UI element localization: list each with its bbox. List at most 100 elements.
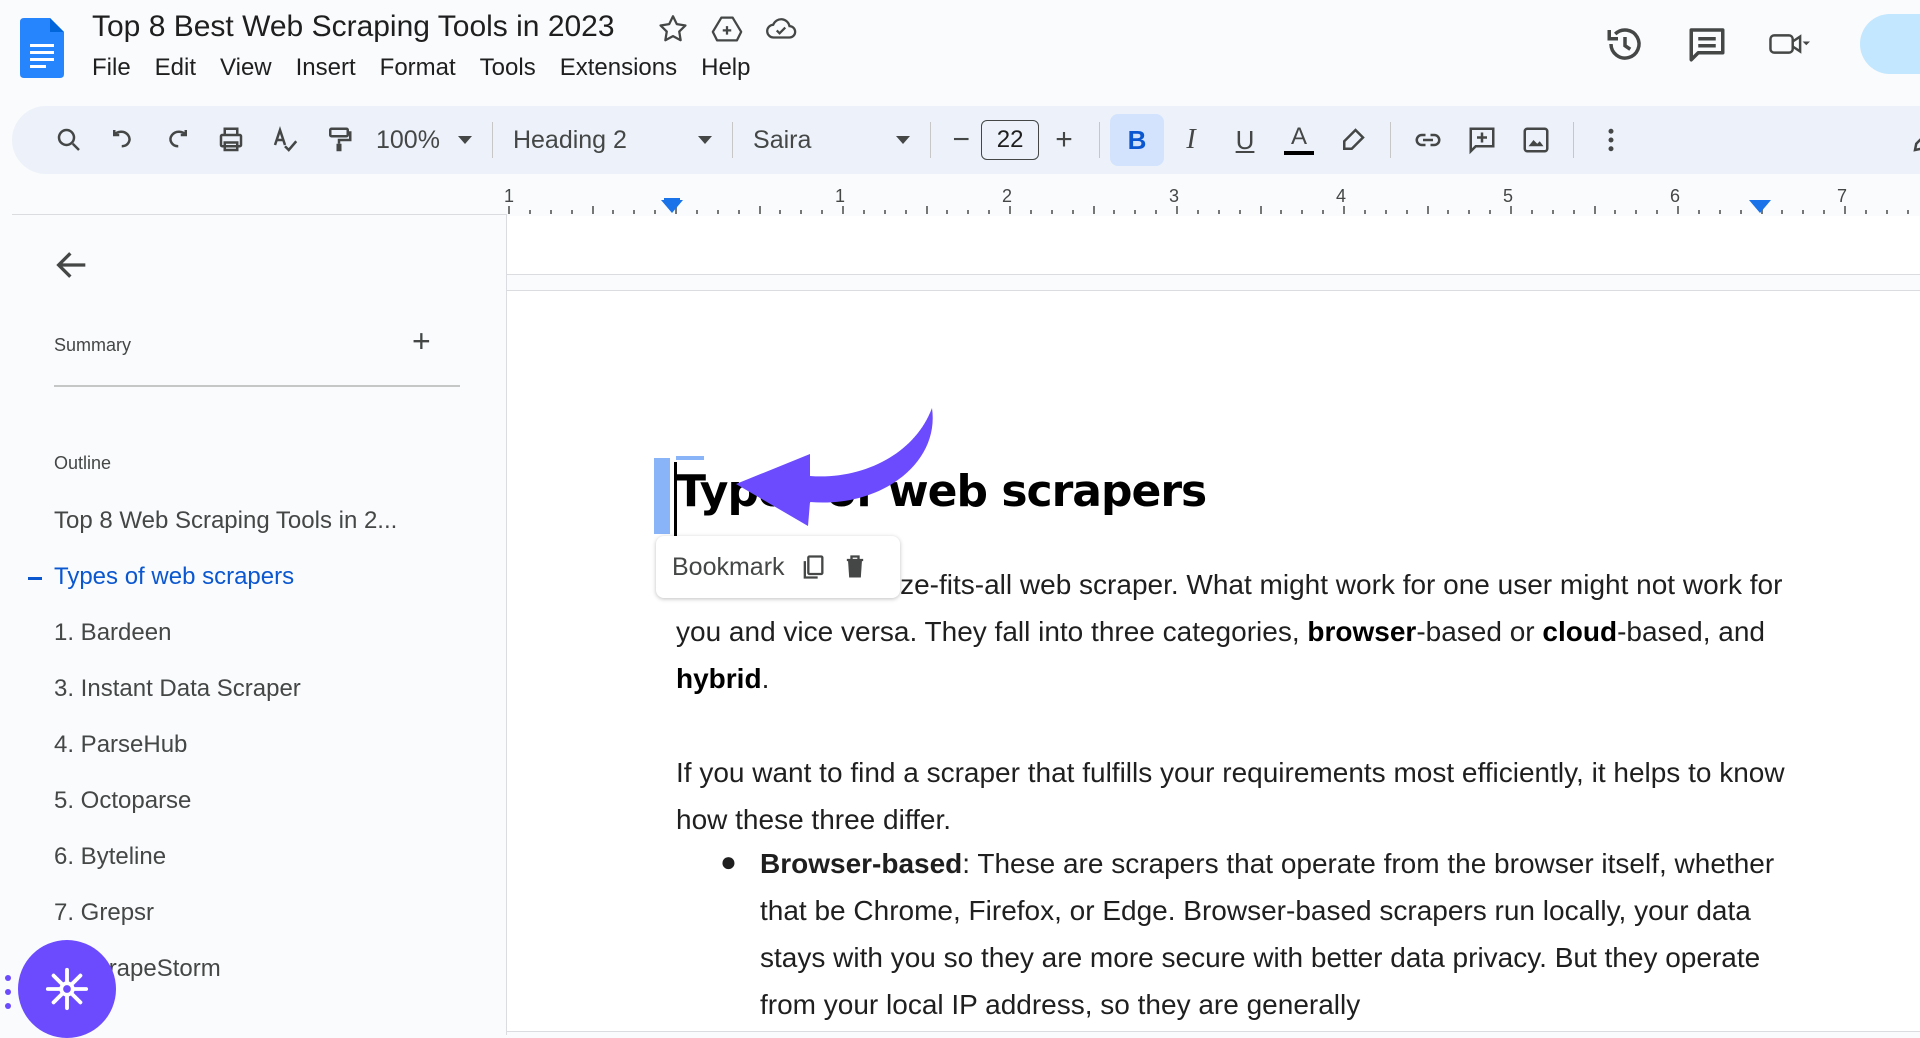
outline-item[interactable]: 3. Instant Data Scraper — [54, 675, 397, 731]
horizontal-ruler[interactable]: 1 1 2 3 4 5 6 7 — [504, 186, 1920, 216]
style-select[interactable]: Heading 2 — [503, 126, 722, 155]
ruler-tick — [800, 210, 803, 214]
ruler-tick — [1009, 206, 1011, 214]
share-button[interactable] — [1860, 14, 1920, 74]
pencil-icon — [1913, 138, 1920, 152]
ruler-tick — [1113, 210, 1116, 214]
bullet-item[interactable]: Browser-based: These are scrapers that o… — [760, 840, 1780, 1028]
add-comment-button[interactable] — [1455, 114, 1509, 166]
ruler-tick — [695, 210, 698, 214]
paint-format-button[interactable] — [312, 114, 366, 166]
ruler-tick — [1530, 210, 1533, 214]
ruler-tick — [1301, 210, 1304, 214]
first-line-indent-marker[interactable] — [664, 198, 680, 202]
ruler-tick — [1363, 210, 1366, 214]
italic-button[interactable]: I — [1164, 114, 1218, 166]
ruler-tick — [1029, 210, 1032, 214]
document-title[interactable]: Top 8 Best Web Scraping Tools in 2023 — [92, 10, 615, 44]
drag-handle-icon[interactable] — [4, 972, 12, 1012]
ruler-tick — [737, 210, 740, 214]
delete-icon[interactable] — [841, 553, 869, 581]
decrease-font-size-button[interactable]: − — [941, 114, 981, 166]
ruler-tick — [821, 210, 824, 214]
ruler-tick — [1551, 210, 1554, 214]
italic-icon: I — [1186, 124, 1196, 155]
back-arrow-icon[interactable] — [52, 245, 92, 285]
right-indent-marker[interactable] — [1749, 200, 1771, 213]
highlighter-icon — [1343, 128, 1365, 150]
increase-font-size-button[interactable]: + — [1039, 114, 1089, 166]
insert-image-button[interactable] — [1509, 114, 1563, 166]
outline-item[interactable]: 6. Byteline — [54, 843, 397, 899]
ruler-number: 4 — [1336, 186, 1347, 206]
outline-item[interactable]: 1. Bardeen — [54, 619, 397, 675]
outline-item[interactable]: 5. Octoparse — [54, 787, 397, 843]
print-button[interactable] — [204, 114, 258, 166]
menu-file[interactable]: File — [80, 54, 143, 82]
ruler-tick — [1384, 210, 1387, 214]
menu-view[interactable]: View — [208, 54, 284, 82]
font-size-input[interactable]: 22 — [981, 120, 1040, 160]
ruler-tick — [1635, 210, 1638, 214]
bold-button[interactable]: B — [1110, 114, 1165, 166]
copy-link-icon[interactable] — [799, 553, 827, 581]
underline-button[interactable]: U — [1218, 114, 1272, 166]
menu-help[interactable]: Help — [689, 54, 762, 82]
editing-mode-button[interactable] — [1898, 114, 1920, 166]
paragraph-text: -based or — [1416, 616, 1543, 647]
outline-item-active[interactable]: Types of web scrapers — [27, 563, 397, 619]
search-menus-button[interactable] — [42, 114, 96, 166]
ruler-tick — [1071, 210, 1074, 214]
outline-item[interactable]: 7. Grepsr — [54, 899, 397, 955]
plus-icon: + — [1055, 123, 1073, 156]
spellcheck-button[interactable] — [258, 114, 312, 166]
more-vertical-icon — [1608, 128, 1614, 152]
more-options-button[interactable] — [1584, 114, 1638, 166]
ruler-tick — [1656, 210, 1659, 214]
previous-page — [506, 216, 1920, 275]
zoom-select[interactable]: 100% — [366, 126, 482, 155]
google-docs-logo-icon[interactable] — [20, 18, 64, 78]
ruler-number: 7 — [1837, 186, 1848, 206]
cloud-saved-icon[interactable] — [764, 12, 798, 46]
highlight-color-button[interactable] — [1326, 114, 1380, 166]
ruler-tick — [591, 206, 594, 214]
add-comment-icon — [1469, 127, 1495, 155]
history-icon[interactable] — [1604, 23, 1646, 65]
outline-item[interactable]: Top 8 Web Scraping Tools in 2... — [54, 507, 397, 563]
ruler-tick — [1510, 206, 1512, 214]
ruler-tick — [842, 206, 844, 214]
paragraph-2[interactable]: If you want to find a scraper that fulfi… — [676, 749, 1786, 843]
undo-button[interactable] — [96, 114, 150, 166]
text-color-icon: A — [1291, 123, 1308, 150]
font-select[interactable]: Saira — [743, 126, 920, 155]
menu-extensions[interactable]: Extensions — [548, 54, 689, 82]
ruler-tick — [1718, 210, 1721, 214]
menu-insert[interactable]: Insert — [284, 54, 368, 82]
comments-icon[interactable] — [1686, 23, 1728, 65]
style-value: Heading 2 — [512, 125, 627, 154]
menu-tools[interactable]: Tools — [468, 54, 548, 82]
ruler-tick — [528, 210, 531, 214]
chevron-down-icon — [698, 136, 713, 144]
video-camera-icon[interactable] — [1768, 23, 1810, 65]
menu-format[interactable]: Format — [368, 54, 468, 82]
outline-item[interactable]: 4. ParseHub — [54, 731, 397, 787]
redo-button[interactable] — [150, 114, 204, 166]
add-summary-button[interactable]: + — [412, 323, 431, 360]
assistant-fab-button[interactable] — [18, 940, 116, 1038]
star-icon[interactable] — [656, 12, 690, 46]
insert-link-button[interactable] — [1401, 114, 1455, 166]
ruler-tick — [1739, 210, 1742, 214]
bookmark-link[interactable]: Bookmark — [672, 553, 785, 582]
bookmark-popup: Bookmark — [656, 536, 900, 598]
text-color-swatch — [1284, 151, 1315, 155]
print-icon — [219, 127, 243, 152]
minus-icon: − — [952, 123, 971, 156]
ruler-tick — [1134, 210, 1137, 214]
ruler-tick — [1280, 210, 1283, 214]
menu-edit[interactable]: Edit — [143, 54, 208, 82]
move-to-drive-icon[interactable] — [710, 12, 744, 46]
text-color-button[interactable]: A — [1272, 114, 1326, 166]
bookmark-flag[interactable] — [654, 458, 670, 534]
